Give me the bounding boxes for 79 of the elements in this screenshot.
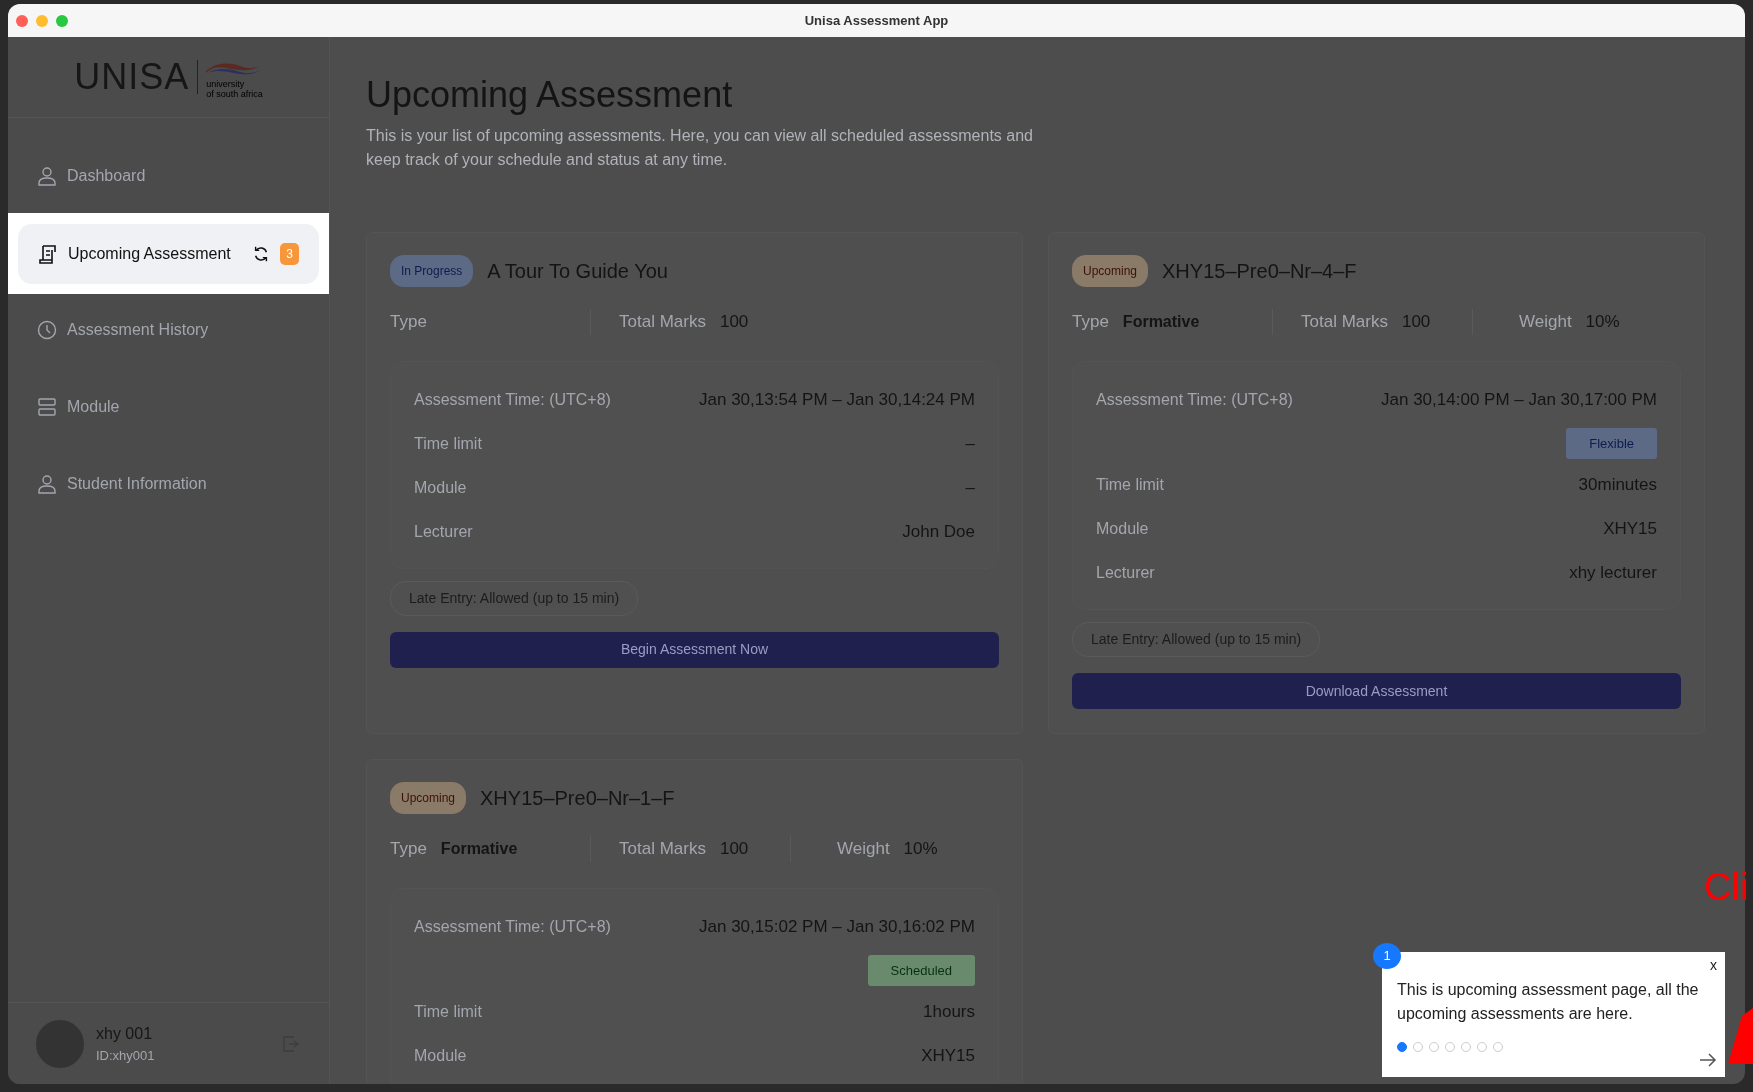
time-value: Jan 30,15:02 PM – Jan 30,16:02 PM [699, 915, 975, 938]
detail-value: XHY15 [1603, 518, 1657, 541]
status-badge: Upcoming [1072, 255, 1149, 288]
sidebar-item-label: Assessment History [67, 320, 210, 340]
assessment-title: XHY15–Pre0–Nr–4–F [1162, 259, 1357, 285]
page-title: Upcoming Assessment [366, 73, 734, 117]
total-marks-value: 100 [1401, 311, 1431, 334]
total-marks-label: Total Marks [1301, 311, 1388, 334]
schedule-tag: Scheduled [867, 954, 975, 987]
user-id: ID:xhy001 [96, 1046, 156, 1065]
detail-value: – [965, 476, 975, 499]
status-badge: Upcoming [390, 782, 467, 815]
sidebar-item[interactable]: Assessment History [17, 300, 320, 360]
next-arrow-icon[interactable] [1699, 1053, 1717, 1067]
weight-label: Weight [1519, 311, 1572, 334]
window-control-icon[interactable] [56, 14, 68, 27]
type-label: Type [390, 311, 427, 334]
assessment-title: A Tour To Guide You [487, 259, 668, 285]
time-value: Jan 30,14:00 PM – Jan 30,17:00 PM [1381, 388, 1657, 411]
time-label: Assessment Time: (UTC+8) [414, 916, 611, 937]
avatar [36, 1019, 84, 1068]
sidebar-item-label: Student Information [67, 474, 208, 494]
tour-text: This is upcoming assessment page, all the upcoming assessments are here. [1397, 980, 1700, 1024]
sidebar-item[interactable]: Module [17, 377, 320, 437]
type-label: Type [390, 838, 427, 861]
detail-label: Time limit [414, 433, 482, 454]
person-icon [37, 166, 57, 186]
page-description: This is your list of upcoming assessments. Here, you can view all scheduled assessments and keep track of your schedule and status at any time. [366, 126, 1034, 171]
weight-value: 10% [1585, 311, 1620, 334]
detail-value: xhy lecturer [1569, 562, 1657, 585]
clock-icon [37, 320, 57, 340]
total-marks-value: 100 [719, 838, 749, 861]
schedule-tag: Flexible [1566, 427, 1657, 460]
assessment-title: XHY15–Pre0–Nr–1–F [480, 786, 675, 812]
annotation-text: Cli [1704, 868, 1749, 906]
stack-icon [37, 397, 57, 417]
window-control-icon[interactable] [36, 14, 48, 27]
detail-label: Lecturer [1096, 563, 1155, 584]
close-button[interactable]: x [1710, 958, 1717, 972]
sidebar-item[interactable]: Dashboard [17, 146, 320, 206]
detail-value: 30minutes [1578, 474, 1657, 497]
total-marks-value: 100 [719, 311, 749, 334]
sidebar-item[interactable]: Upcoming Assessment 3 [18, 223, 319, 284]
window-title: Unisa Assessment App [804, 12, 949, 28]
total-marks-label: Total Marks [619, 311, 706, 334]
logo-tagline: university [206, 79, 246, 89]
pointer-arrow-drawing [1728, 1008, 1753, 1064]
action-button[interactable]: Begin Assessment Now [390, 631, 999, 668]
detail-value: – [965, 432, 975, 455]
window-control-icon[interactable] [16, 14, 28, 27]
weight-label: Weight [837, 838, 890, 861]
weight-value: 10% [903, 838, 938, 861]
detail-value: 1hours [923, 1001, 975, 1024]
total-marks-label: Total Marks [619, 838, 706, 861]
detail-value: XHY15 [921, 1045, 975, 1068]
detail-label: Time limit [414, 1002, 482, 1023]
time-value: Jan 30,13:54 PM – Jan 30,14:24 PM [699, 388, 975, 411]
detail-label: Lecturer [414, 521, 473, 542]
status-badge: In Progress [390, 255, 474, 288]
type-label: Type [1072, 311, 1109, 334]
action-button[interactable]: Download Assessment [1072, 673, 1681, 710]
detail-label: Module [414, 1046, 467, 1067]
detail-value: John Doe [902, 520, 975, 543]
sidebar-item-label: Module [67, 397, 121, 417]
sidebar-item[interactable]: Student Information [17, 454, 320, 514]
person-icon [37, 474, 57, 494]
type-value: Formative [440, 838, 518, 859]
detail-label: Module [1096, 519, 1149, 540]
detail-label: Module [414, 477, 467, 498]
sidebar-item-label: Upcoming Assessment [68, 243, 232, 264]
logo-tagline: of south africa [206, 89, 263, 99]
count-badge: 3 [280, 242, 299, 265]
sidebar-item-label: Dashboard [67, 166, 147, 186]
type-value: Formative [1122, 311, 1200, 332]
time-label: Assessment Time: (UTC+8) [414, 389, 611, 410]
time-label: Assessment Time: (UTC+8) [1096, 389, 1293, 410]
document-icon [38, 243, 58, 264]
detail-label: Time limit [1096, 475, 1164, 496]
step-dot[interactable] [1397, 1042, 1407, 1052]
